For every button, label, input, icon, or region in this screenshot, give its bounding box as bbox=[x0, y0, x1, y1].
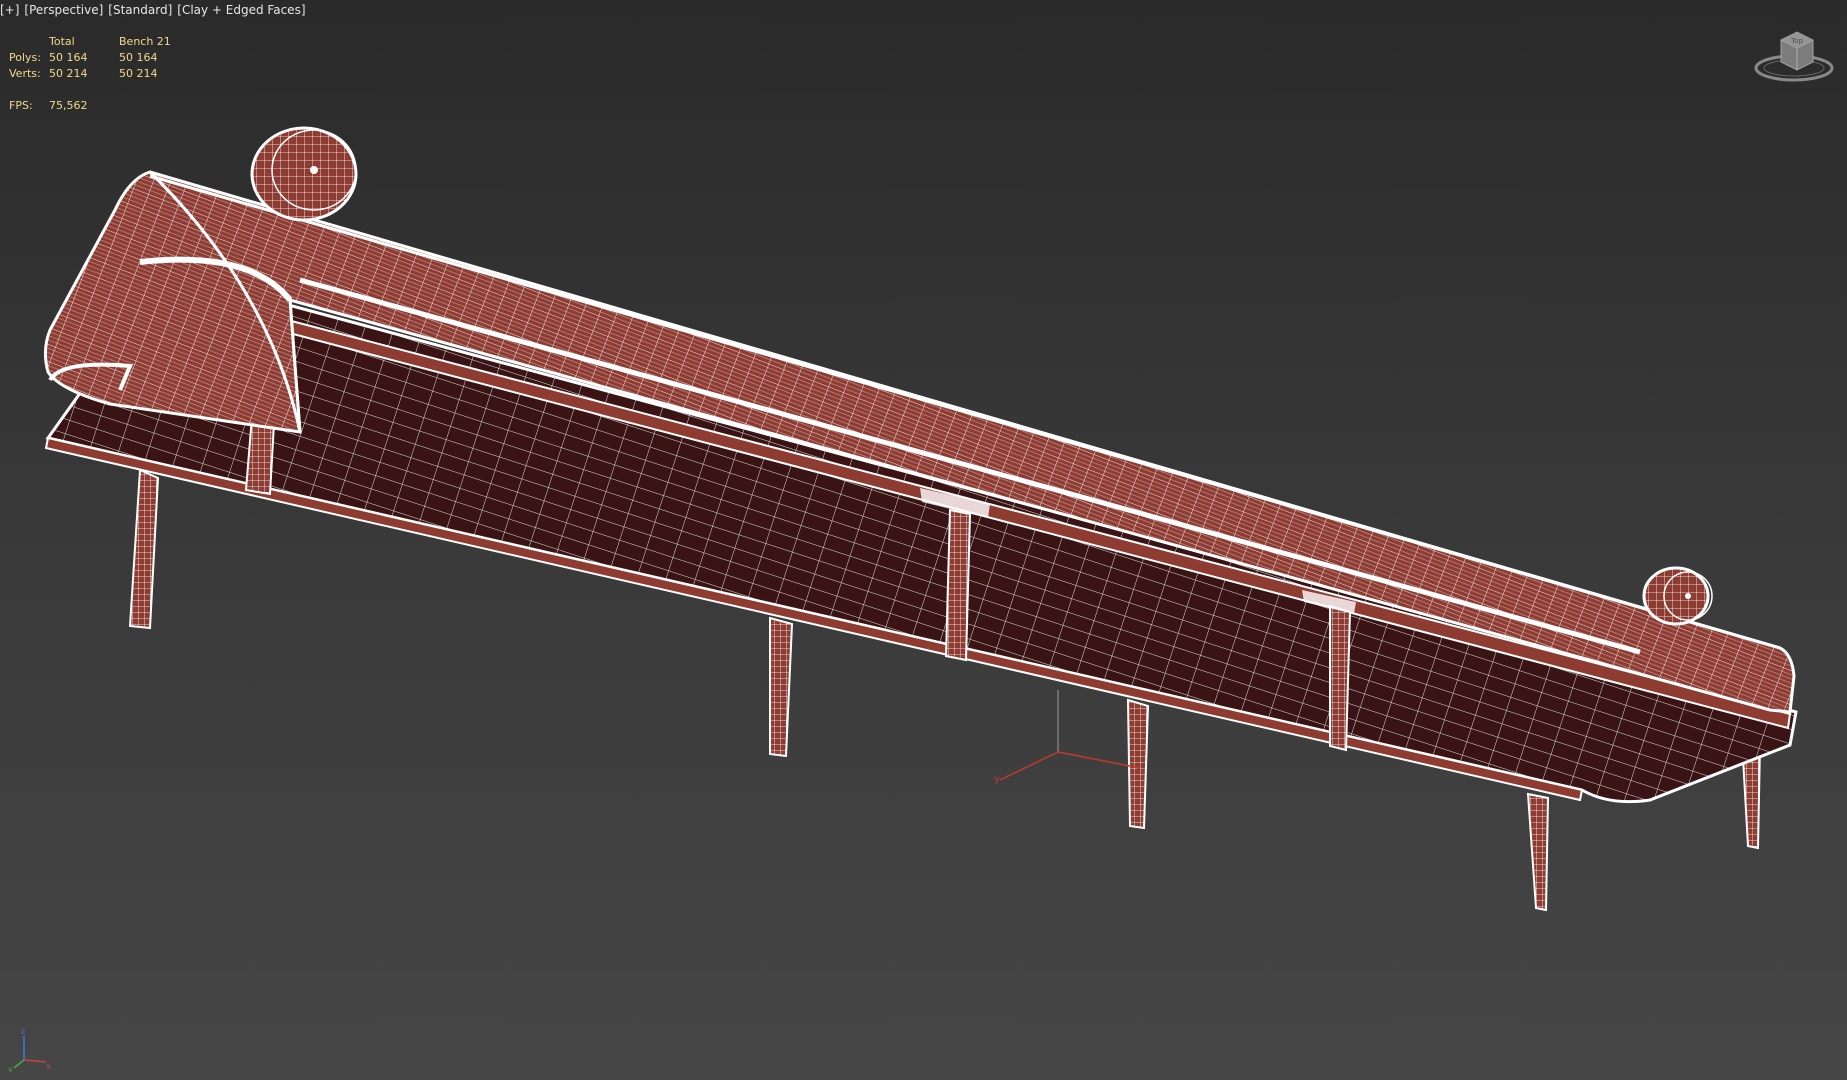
viewport-shading-quality-menu[interactable]: [Standard] bbox=[108, 3, 172, 17]
stats-polys-label: Polys: bbox=[9, 50, 41, 64]
stats-header-row: Total Bench 21 bbox=[9, 33, 189, 49]
viewport-label-menu: [+] [Perspective] [Standard] [Clay + Edg… bbox=[0, 1, 311, 19]
svg-text:y: y bbox=[994, 774, 1000, 785]
viewport-general-menu[interactable]: [+] bbox=[0, 3, 19, 17]
viewport-point-of-view-menu[interactable]: [Perspective] bbox=[24, 3, 103, 17]
bench-bolster-right bbox=[1642, 566, 1713, 626]
stats-verts-row: Verts: 50 214 50 214 bbox=[9, 65, 189, 81]
axis-y-label: y bbox=[8, 1065, 13, 1072]
axis-z-label: z bbox=[21, 1027, 25, 1036]
stats-total-header: Total bbox=[49, 34, 75, 48]
pivot-gizmo: y bbox=[994, 690, 1141, 785]
stats-fps-label: FPS: bbox=[9, 98, 33, 112]
viewcube-top-label: Top bbox=[1790, 37, 1803, 45]
bench-wireframe-model[interactable]: y bbox=[0, 0, 1847, 1080]
viewcube-icon[interactable]: Top bbox=[1753, 26, 1835, 84]
bench-bolster-left bbox=[250, 126, 358, 222]
viewport-statistics: Total Bench 21 Polys: 50 164 50 164 Vert… bbox=[9, 33, 189, 113]
stats-polys-total: 50 164 bbox=[49, 50, 88, 64]
stats-verts-total: 50 214 bbox=[49, 66, 88, 80]
stats-fps-value: 75,562 bbox=[49, 98, 88, 112]
perspective-viewport[interactable]: y [+] [Perspective] [Standard] [Clay + E… bbox=[0, 0, 1847, 1080]
axis-x-label: x bbox=[46, 1062, 51, 1071]
stats-object-header: Bench 21 bbox=[119, 34, 171, 48]
bench-underside bbox=[44, 298, 1798, 804]
stats-verts-object: 50 214 bbox=[119, 66, 158, 80]
viewport-shading-mode-menu[interactable]: [Clay + Edged Faces] bbox=[177, 3, 305, 17]
stats-polys-row: Polys: 50 164 50 164 bbox=[9, 49, 189, 65]
stats-verts-label: Verts: bbox=[9, 66, 41, 80]
axis-tripod-icon: z x y bbox=[8, 1027, 51, 1072]
stats-fps-row: FPS: 75,562 bbox=[9, 97, 189, 113]
stats-polys-object: 50 164 bbox=[119, 50, 158, 64]
